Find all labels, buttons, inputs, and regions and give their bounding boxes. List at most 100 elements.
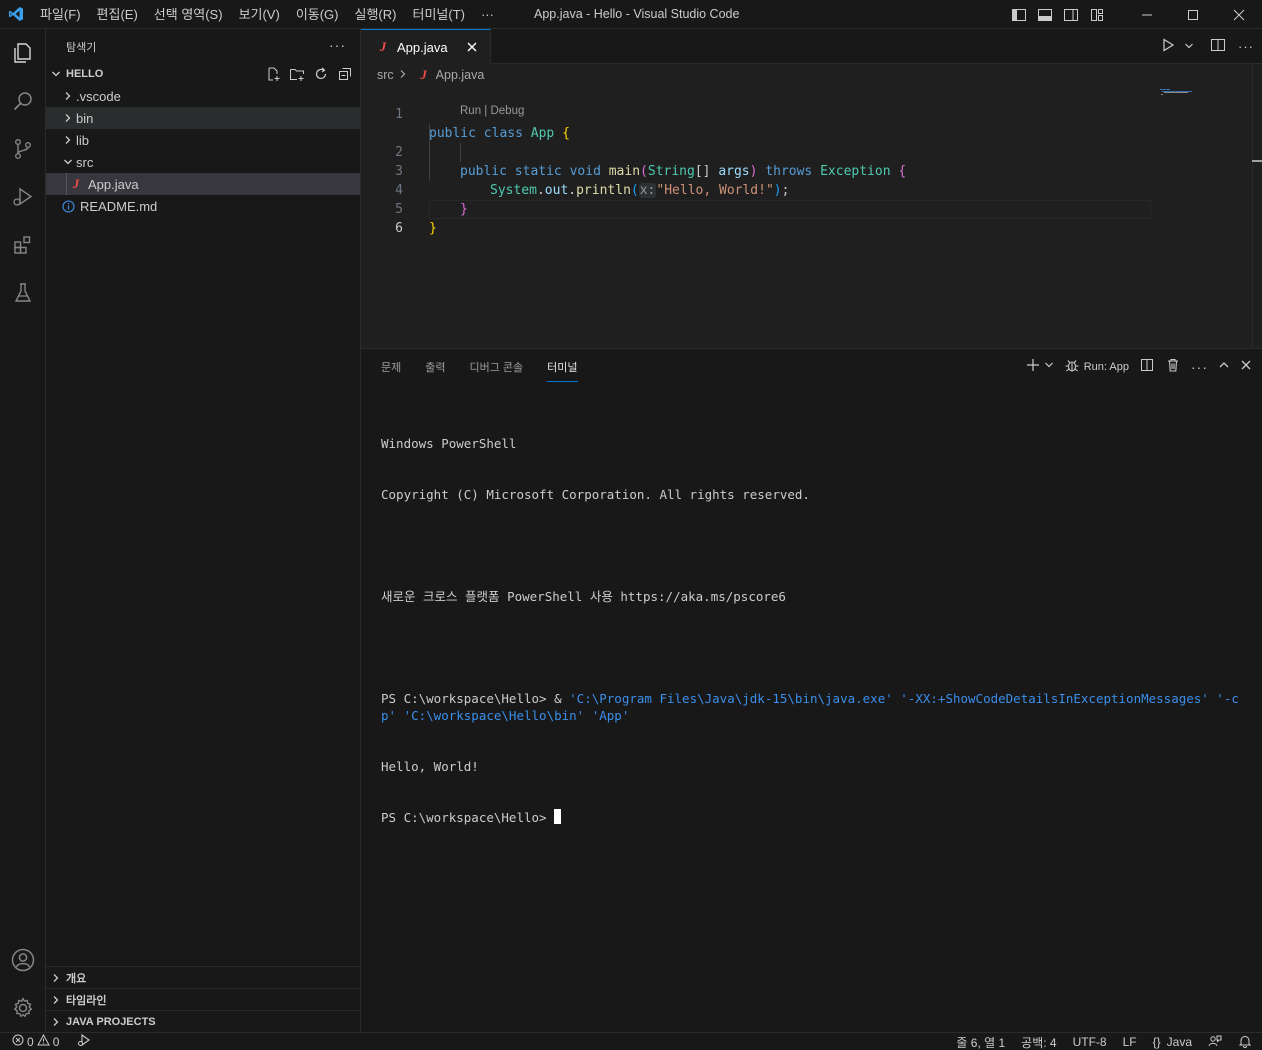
- kill-terminal-trash-icon[interactable]: [1165, 357, 1181, 376]
- breadcrumb-src[interactable]: src: [377, 68, 394, 82]
- editor-more-icon[interactable]: ···: [1238, 39, 1254, 54]
- tree-item-lib[interactable]: lib: [46, 129, 360, 151]
- section-timeline[interactable]: 타임라인: [46, 988, 360, 1010]
- braces-icon: {}: [1152, 1035, 1161, 1049]
- code-text: }: [429, 221, 437, 236]
- source-control-icon[interactable]: [0, 125, 46, 173]
- feedback-icon[interactable]: [1208, 1034, 1222, 1050]
- menu-edit[interactable]: 편집(E): [89, 0, 146, 29]
- menu-run[interactable]: 실행(R): [347, 0, 405, 29]
- status-bar: 0 0 줄 6, 열 1 공백: 4 UTF-8 LF {} Java: [0, 1032, 1262, 1050]
- code-line-6: 6: [361, 200, 408, 236]
- tab-debug-console[interactable]: 디버그 콘솔: [470, 349, 524, 384]
- tree-item-label: lib: [76, 132, 90, 148]
- new-folder-icon[interactable]: [288, 65, 306, 83]
- chevron-right-icon: [60, 135, 76, 145]
- close-panel-icon[interactable]: [1240, 359, 1252, 374]
- code-text: public class App {: [429, 126, 570, 141]
- window-title: App.java - Hello - Visual Studio Code: [534, 7, 740, 21]
- java-file-icon: J: [72, 176, 80, 191]
- new-file-icon[interactable]: [264, 65, 282, 83]
- maximize-panel-chevron-up-icon[interactable]: [1218, 359, 1230, 374]
- java-file-icon: J: [420, 67, 427, 82]
- toggle-primary-sidebar-icon[interactable]: [1006, 0, 1032, 29]
- split-terminal-icon[interactable]: [1139, 357, 1155, 376]
- warning-count: 0: [52, 1034, 60, 1049]
- tree-item-bin[interactable]: bin: [46, 107, 360, 129]
- problems-status[interactable]: 0 0: [12, 1033, 60, 1049]
- explorer-icon[interactable]: [0, 29, 46, 77]
- new-terminal-icon[interactable]: [1026, 358, 1040, 375]
- section-label: 타임라인: [66, 994, 107, 1007]
- debug-bug-icon: [1064, 357, 1080, 376]
- run-java-icon[interactable]: [1160, 37, 1176, 56]
- java-file-icon: J: [379, 39, 387, 54]
- terminal-dropdown-chevron-icon[interactable]: [1044, 360, 1054, 373]
- tree-item-readme[interactable]: README.md: [46, 195, 360, 217]
- menu-more[interactable]: ···: [473, 0, 502, 29]
- menu-terminal[interactable]: 터미널(T): [404, 0, 472, 29]
- terminal-instance[interactable]: Run: App: [1064, 357, 1129, 376]
- terminal-output[interactable]: Windows PowerShell Copyright (C) Microso…: [381, 401, 1247, 860]
- explorer-sidebar: 탐색기 ··· HELLO .vscode bin lib src J App.…: [46, 29, 361, 1032]
- search-icon[interactable]: [0, 77, 46, 125]
- customize-layout-icon[interactable]: [1084, 0, 1110, 29]
- maximize-icon[interactable]: [1170, 0, 1216, 29]
- folder-section-header[interactable]: HELLO: [46, 63, 360, 85]
- notifications-bell-icon[interactable]: [1238, 1034, 1252, 1050]
- tree-item-label: src: [76, 154, 94, 170]
- explorer-more-button[interactable]: ···: [329, 37, 346, 53]
- tab-output[interactable]: 출력: [425, 349, 445, 384]
- folder-name: HELLO: [66, 68, 104, 80]
- debug-run-icon[interactable]: [77, 1033, 91, 1050]
- editor-scrollbar[interactable]: [1252, 64, 1262, 348]
- toggle-panel-icon[interactable]: [1032, 0, 1058, 29]
- close-tab-icon[interactable]: [464, 39, 480, 55]
- terminal-line: Windows PowerShell: [381, 436, 517, 451]
- collapse-all-icon[interactable]: [336, 65, 354, 83]
- minimap[interactable]: [1160, 86, 1222, 96]
- language-mode[interactable]: {} Java: [1153, 1035, 1192, 1049]
- code-line-1: 1 public class App {: [361, 86, 570, 141]
- minimize-icon[interactable]: [1124, 0, 1170, 29]
- bottom-sections: 개요 타임라인 JAVA PROJECTS: [46, 966, 360, 1032]
- panel-more-icon[interactable]: ···: [1191, 359, 1208, 375]
- menu-go[interactable]: 이동(G): [288, 0, 347, 29]
- tree-item-vscode[interactable]: .vscode: [46, 85, 360, 107]
- breadcrumb-file[interactable]: App.java: [436, 68, 485, 82]
- tab-terminal[interactable]: 터미널: [547, 349, 578, 384]
- run-dropdown-chevron-icon[interactable]: [1184, 39, 1194, 54]
- run-and-debug-icon[interactable]: [0, 173, 46, 221]
- refresh-icon[interactable]: [312, 65, 330, 83]
- explorer-header: 탐색기 ···: [46, 29, 360, 64]
- manage-gear-icon[interactable]: [0, 984, 46, 1032]
- editor-tabs: J App.java ···: [361, 29, 1262, 64]
- section-outline[interactable]: 개요: [46, 966, 360, 988]
- code-text: public static void main(String[] args) t…: [460, 164, 907, 179]
- codelens-run-debug[interactable]: Run | Debug: [460, 105, 524, 117]
- menu-file[interactable]: 파일(F): [32, 0, 89, 29]
- close-window-icon[interactable]: [1216, 0, 1262, 29]
- encoding[interactable]: UTF-8: [1073, 1035, 1107, 1049]
- tree-item-src[interactable]: src: [46, 151, 360, 173]
- current-line-highlight: [429, 200, 1151, 219]
- testing-icon[interactable]: [0, 269, 46, 317]
- menu-view[interactable]: 보기(V): [231, 0, 288, 29]
- extensions-icon[interactable]: [0, 221, 46, 269]
- tree-item-label: README.md: [80, 198, 158, 214]
- end-of-line[interactable]: LF: [1123, 1035, 1137, 1049]
- accounts-icon[interactable]: [0, 936, 46, 984]
- tree-item-app-java[interactable]: J App.java: [46, 173, 360, 195]
- split-editor-icon[interactable]: [1210, 37, 1226, 56]
- menu-selection[interactable]: 선택 영역(S): [146, 0, 231, 29]
- terminal-line: Hello, World!: [381, 759, 479, 774]
- panel-actions: Run: App ···: [1026, 349, 1252, 384]
- tab-problems[interactable]: 문제: [381, 349, 401, 384]
- indentation[interactable]: 공백: 4: [1021, 1034, 1056, 1050]
- tab-app-java[interactable]: J App.java: [361, 29, 491, 64]
- cursor-position[interactable]: 줄 6, 열 1: [956, 1034, 1005, 1050]
- section-java-projects[interactable]: JAVA PROJECTS: [46, 1010, 360, 1032]
- toggle-secondary-sidebar-icon[interactable]: [1058, 0, 1084, 29]
- terminal-prompt-line: PS C:\workspace\Hello>: [381, 809, 1247, 826]
